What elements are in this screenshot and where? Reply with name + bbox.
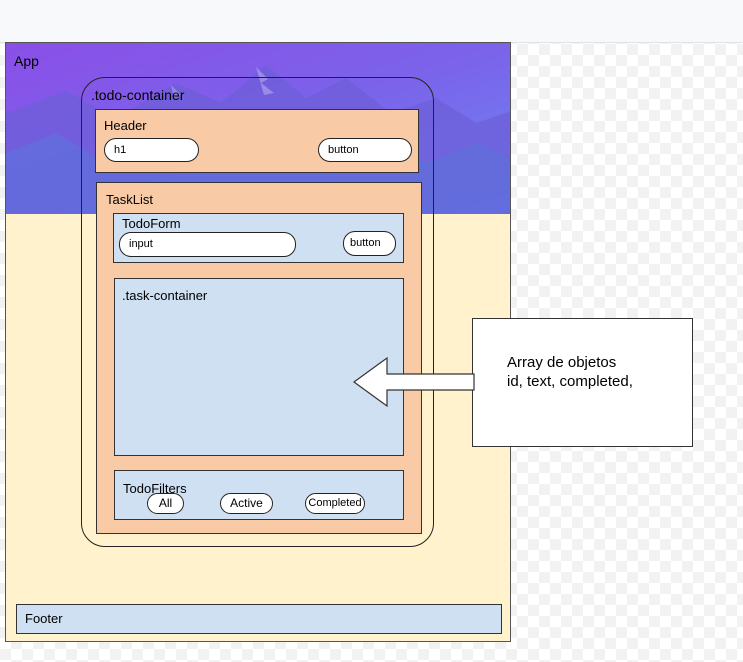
- header-button-pill: button: [318, 138, 412, 162]
- h1-pill: h1: [104, 138, 199, 162]
- left-arrow-icon: [352, 356, 475, 408]
- header-component: Header h1 button: [95, 109, 419, 173]
- note-line-1: Array de objetos: [507, 354, 617, 371]
- form-button-pill: button: [343, 231, 396, 256]
- todo-form-component: TodoForm input button: [113, 213, 404, 263]
- browser-toolbar: [0, 0, 743, 43]
- footer-label: Footer: [25, 611, 63, 626]
- data-note-text: Array de objetos id, text, completed,: [507, 353, 633, 391]
- note-line-2: id, text, completed,: [507, 373, 633, 390]
- input-pill: input: [119, 232, 296, 257]
- footer-component: Footer: [16, 604, 502, 634]
- task-container-label: .task-container: [122, 288, 208, 303]
- todo-container-label: .todo-container: [91, 87, 185, 103]
- data-note-box: Array de objetos id, text, completed,: [472, 318, 693, 447]
- task-list-label: TaskList: [106, 192, 153, 207]
- header-label: Header: [104, 118, 147, 133]
- filter-completed-pill: Completed: [305, 493, 365, 514]
- app-label: App: [14, 53, 39, 69]
- filter-all-pill: All: [147, 493, 184, 514]
- filter-active-pill: Active: [220, 493, 273, 514]
- todo-filters-component: TodoFilters All Active Completed: [114, 470, 404, 520]
- todo-form-label: TodoForm: [122, 216, 181, 231]
